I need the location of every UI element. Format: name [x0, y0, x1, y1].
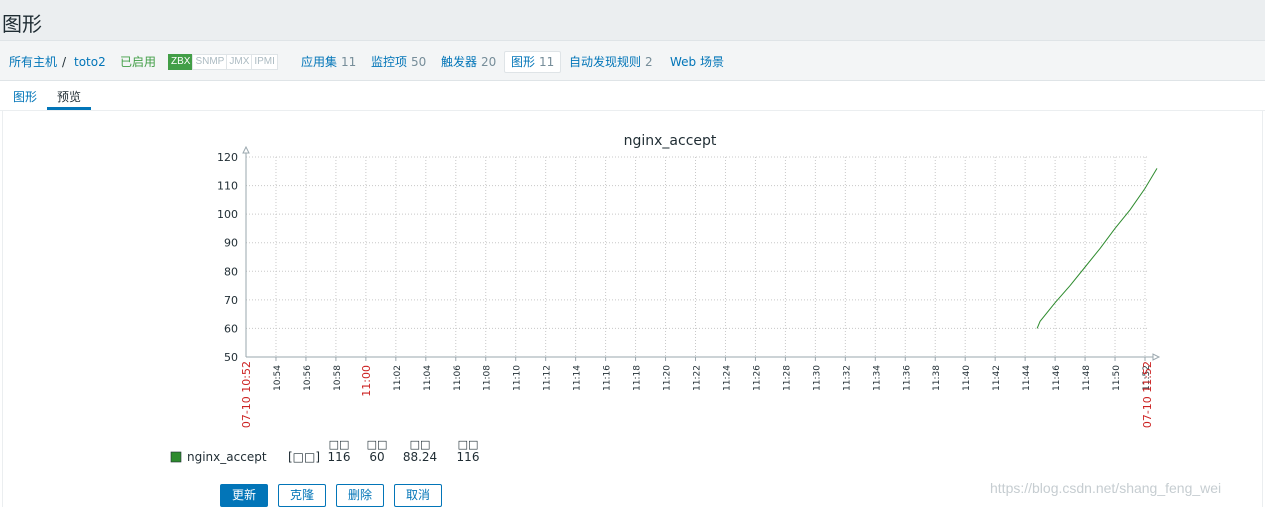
- page-title: 图形: [2, 12, 42, 36]
- badge-snmp: SNMP: [192, 54, 228, 70]
- x-end-label: 07-10 11:52: [1141, 361, 1154, 428]
- y-axis-arrow: [242, 145, 250, 154]
- legend-value-avg: 88.24: [403, 450, 437, 464]
- x-tick-label: 11:38: [932, 365, 942, 391]
- nav-applications[interactable]: 应用集 11: [301, 55, 356, 69]
- availability-badges: ZBX SNMP JMX IPMI: [168, 54, 278, 70]
- nav-triggers[interactable]: 触发器 20: [441, 55, 496, 69]
- chart-title: nginx_accept: [624, 133, 717, 149]
- x-tick-label: 10:54: [273, 365, 283, 391]
- y-tick-label: 80: [224, 265, 238, 278]
- y-tick-label: 50: [224, 351, 238, 364]
- host-status[interactable]: 已启用: [120, 55, 156, 69]
- breadcrumb-all-hosts[interactable]: 所有主机: [9, 55, 57, 69]
- x-tick-label: 11:44: [1022, 365, 1032, 391]
- x-axis-arrow: [1152, 353, 1161, 361]
- x-tick-label: 11:02: [393, 365, 403, 391]
- nav-items[interactable]: 监控项 50: [371, 55, 426, 69]
- legend-value-max: 116: [457, 450, 480, 464]
- legend-function: [□□]: [288, 450, 320, 464]
- x-tick-label: 11:36: [902, 365, 912, 391]
- nav-web-scenarios[interactable]: Web 场景: [670, 55, 728, 69]
- x-tick-label: 11:32: [842, 365, 852, 391]
- x-tick-label: 11:34: [872, 365, 882, 391]
- x-tick-label: 11:46: [1052, 365, 1062, 391]
- plot-area: [246, 157, 1147, 357]
- y-tick-label: 60: [224, 322, 238, 335]
- x-tick-label: 11:48: [1082, 365, 1092, 391]
- x-tick-label: 10:58: [333, 365, 343, 391]
- x-tick-label: 11:24: [722, 365, 732, 391]
- legend-value-last: 116: [328, 450, 351, 464]
- legend-swatch: [170, 451, 182, 463]
- legend-value-min: 60: [369, 450, 384, 464]
- x-tick-label: 11:26: [752, 365, 762, 391]
- badge-jmx: JMX: [226, 54, 253, 70]
- breadcrumb-separator: /: [62, 55, 67, 69]
- x-tick-label: 11:42: [992, 365, 1002, 391]
- chart-grid: [246, 156, 1147, 357]
- x-tick-label: 11:14: [573, 365, 583, 391]
- x-tick-label: 11:20: [663, 365, 673, 391]
- y-tick-label: 90: [224, 237, 238, 250]
- x-tick-label: 11:28: [782, 365, 792, 391]
- x-tick-label: 11:16: [603, 365, 613, 391]
- chart-legend: nginx_accept [□□] □□ □□ □□ □□ 116 60 88.…: [170, 438, 480, 464]
- page-header: 图形: [0, 0, 1265, 41]
- x-tick-label: 11:08: [483, 365, 493, 391]
- delete-button[interactable]: 删除: [336, 484, 384, 507]
- legend-series-name: nginx_accept: [187, 450, 267, 464]
- badge-ipmi: IPMI: [251, 54, 278, 70]
- x-tick-label: 11:12: [543, 365, 553, 391]
- x-start-label: 07-10 10:52: [240, 361, 253, 428]
- nav-graphs[interactable]: 图形 11: [504, 51, 562, 73]
- y-tick-label: 100: [217, 208, 238, 221]
- x-tick-label: 11:40: [962, 365, 972, 391]
- host-navbar: 所有主机 / toto2 已启用 ZBX SNMP JMX IPMI 应用集 11…: [0, 41, 1265, 81]
- y-tick-label: 110: [217, 180, 238, 193]
- x-tick-label: 11:04: [423, 365, 433, 391]
- breadcrumb-host[interactable]: toto2: [74, 55, 106, 69]
- badge-zbx: ZBX: [168, 54, 194, 70]
- graph-preview-chart: nginx_accept 5060708090100110120 10:54 10…: [170, 133, 1161, 464]
- x-tick-label: 11:30: [812, 365, 822, 391]
- x-tick-label: 11:00: [360, 365, 373, 397]
- y-tick-label: 120: [217, 151, 238, 164]
- tab-preview[interactable]: 预览: [57, 88, 81, 105]
- watermark: https://blog.csdn.net/shang_feng_wei: [990, 480, 1222, 496]
- update-button[interactable]: 更新: [220, 484, 268, 507]
- y-tick-label: 70: [224, 294, 238, 307]
- clone-button[interactable]: 克隆: [278, 484, 326, 507]
- x-tick-label: 11:10: [513, 365, 523, 391]
- x-tick-label: 11:22: [693, 365, 703, 391]
- x-axis: 10:54 10:56 10:58 11:00 11:02 11:04 11:06 11:08…: [240, 353, 1161, 428]
- x-tick-label: 11:50: [1112, 365, 1122, 391]
- y-axis: 50 60 70 80 90 100 110 120: [217, 145, 250, 364]
- form-tabs: 图形 预览: [0, 81, 1265, 111]
- nav-discovery-rules[interactable]: 自动发现规则 2: [569, 55, 653, 69]
- cancel-button[interactable]: 取消: [394, 484, 442, 507]
- x-tick-label: 11:06: [453, 365, 463, 391]
- x-tick-label: 11:18: [633, 365, 643, 391]
- x-tick-label: 10:56: [303, 365, 313, 391]
- tab-graph[interactable]: 图形: [13, 88, 37, 105]
